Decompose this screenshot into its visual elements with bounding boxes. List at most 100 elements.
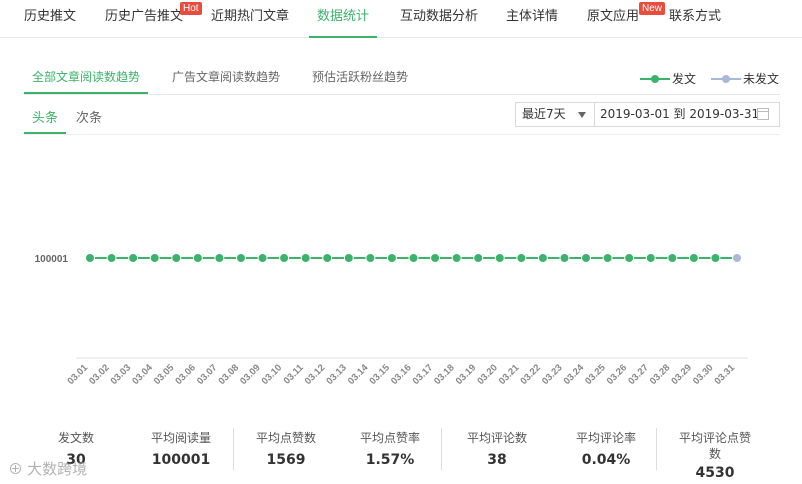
chevron-down-icon (578, 112, 586, 118)
stat-avg-like-rate: 平均点赞率 1.57% (350, 430, 430, 468)
x-tick-label: 03.08 (216, 362, 241, 387)
data-point-posted (710, 253, 721, 263)
stat-label: 平均评论率 (575, 431, 636, 445)
stat-label: 平均点赞数 (255, 431, 316, 445)
tab-data-statistics[interactable]: 数据统计 (309, 0, 378, 38)
legend-posted-label: 发文 (672, 72, 697, 86)
date-range-text[interactable]: 2019-03-01 到 2019-03-31 (600, 103, 759, 126)
tab-headline[interactable]: 头条 (24, 106, 67, 134)
x-tick-label: 03.26 (605, 362, 630, 387)
stat-value: 0.04% (581, 452, 631, 468)
divider (656, 428, 657, 470)
posted-legend-icon (640, 73, 670, 85)
data-point-posted (667, 253, 678, 263)
data-point-posted (408, 253, 419, 263)
stat-value: 1569 (266, 452, 306, 468)
not-posted-legend-icon (711, 73, 741, 85)
stat-avg-likes: 平均点赞数 1569 (246, 430, 326, 468)
divider (233, 428, 234, 470)
data-point-posted (128, 253, 139, 263)
stat-avg-comment-rate: 平均评论率 0.04% (566, 430, 646, 468)
data-point-not-posted (732, 253, 742, 263)
stat-avg-comment-likes: 平均评论点赞 数 4530 (670, 430, 760, 481)
data-point-posted (343, 253, 354, 263)
stat-label: 平均点赞率 (359, 431, 420, 445)
data-point-posted (645, 253, 656, 263)
data-point-posted (581, 253, 592, 263)
x-tick-label: 03.12 (303, 362, 328, 387)
data-point-posted (171, 253, 182, 263)
x-tick-label: 03.04 (130, 362, 155, 387)
legend-posted[interactable]: 发文 (640, 70, 696, 87)
stat-label-cont: 数 (708, 447, 721, 461)
data-point-posted (386, 253, 397, 263)
x-tick-label: 03.22 (518, 362, 543, 387)
stat-label: 平均评论点赞 (678, 431, 751, 445)
range-preset-select[interactable]: 最近7天 (516, 103, 595, 126)
x-tick-label: 03.29 (669, 362, 694, 387)
hot-badge: Hot (180, 2, 202, 15)
data-point-posted (559, 253, 570, 263)
x-tick-label: 03.23 (540, 362, 565, 387)
tab-history-ad-posts[interactable]: 历史广告推文 (105, 0, 183, 38)
legend-not-posted[interactable]: 未发文 (711, 70, 779, 87)
x-tick-label: 03.14 (346, 362, 371, 387)
data-point-posted (149, 253, 160, 263)
data-point-posted (516, 253, 527, 263)
stat-value: 4530 (695, 465, 735, 481)
range-preset-label: 最近7天 (522, 107, 566, 121)
data-point-posted (106, 253, 117, 263)
tab-entity-details[interactable]: 主体详情 (506, 0, 558, 38)
data-point-posted (473, 253, 484, 263)
top-nav: 历史推文 历史广告推文 Hot 近期热门文章 数据统计 互动数据分析 主体详情 … (0, 0, 802, 38)
x-tick-label: 03.09 (238, 362, 263, 387)
data-point-posted (322, 253, 333, 263)
data-point-posted (451, 253, 462, 263)
divider (24, 134, 780, 135)
data-point-posted (537, 253, 548, 263)
x-tick-label: 03.10 (260, 362, 285, 387)
x-tick-label: 03.27 (626, 362, 651, 387)
x-tick-label: 03.17 (411, 362, 436, 387)
tab-secondary[interactable]: 次条 (76, 106, 102, 134)
tab-original-apps[interactable]: 原文应用 (587, 0, 639, 38)
data-point-posted (235, 253, 246, 263)
x-tick-label: 03.01 (66, 362, 91, 387)
subtab-active-fans[interactable]: 预估活跃粉丝趋势 (312, 62, 408, 94)
x-tick-label: 03.25 (583, 362, 608, 387)
calendar-icon[interactable] (757, 108, 769, 120)
watermark: ⊕ 大数跨境 (8, 458, 87, 479)
data-point-posted (494, 253, 505, 263)
subtab-all-articles-reads[interactable]: 全部文章阅读数趋势 (24, 62, 149, 94)
data-point-posted (602, 253, 613, 263)
data-point-posted (192, 253, 203, 263)
x-tick-label: 03.18 (432, 362, 457, 387)
tab-recent-hot-articles[interactable]: 近期热门文章 (211, 0, 289, 38)
stat-avg-reads: 平均阅读量 100001 (141, 430, 221, 468)
data-point-posted (365, 253, 376, 263)
data-point-posted (624, 253, 635, 263)
stat-value: 100001 (151, 452, 211, 468)
x-tick-label: 03.05 (152, 362, 177, 387)
new-badge: New (639, 2, 666, 15)
watermark-logo-icon: ⊕ (8, 461, 28, 478)
tab-interaction-analysis[interactable]: 互动数据分析 (400, 0, 478, 38)
subtab-ad-articles-reads[interactable]: 广告文章阅读数趋势 (172, 62, 280, 94)
y-tick-label: 100001 (35, 254, 69, 265)
tab-contact[interactable]: 联系方式 (669, 0, 721, 38)
x-tick-label: 03.03 (109, 362, 134, 387)
data-point-posted (430, 253, 441, 263)
stat-label: 平均评论数 (466, 431, 527, 445)
date-range-picker[interactable]: 最近7天 2019-03-01 到 2019-03-31 (515, 102, 780, 127)
x-tick-label: 03.21 (497, 362, 522, 387)
data-point-posted (279, 253, 290, 263)
data-point-posted (85, 253, 95, 263)
tab-history-posts[interactable]: 历史推文 (24, 0, 76, 38)
data-point-posted (688, 253, 699, 263)
divider (24, 94, 780, 95)
stat-avg-comments: 平均评论数 38 (457, 430, 537, 468)
divider (441, 428, 442, 470)
stat-label: 发文数 (57, 431, 94, 445)
x-tick-label: 03.16 (389, 362, 414, 387)
x-tick-label: 03.13 (324, 362, 349, 387)
